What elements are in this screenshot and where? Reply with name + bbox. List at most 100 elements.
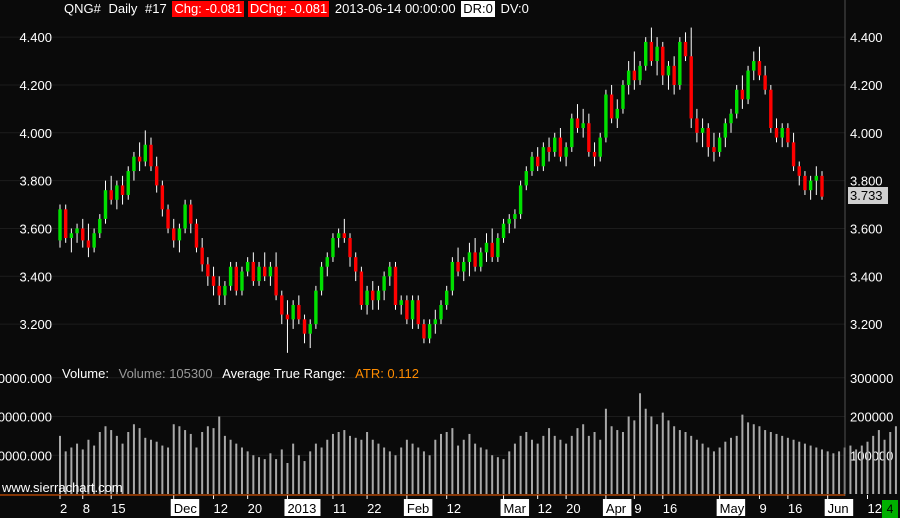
- candle-down: [695, 118, 699, 133]
- price-tick-left: 3.400: [19, 269, 52, 284]
- daily-change-badge: DChg: -0.081: [247, 1, 330, 17]
- candle-down: [416, 300, 420, 325]
- price-tick-left: 4.000: [19, 126, 52, 141]
- candle-down: [120, 185, 125, 195]
- candle-up: [734, 89, 739, 114]
- candle-up: [655, 46, 659, 62]
- candle-up: [439, 304, 443, 320]
- candle-up: [729, 113, 733, 124]
- candle-up: [484, 242, 489, 253]
- volume-legend: Volume: Volume: 105300 Average True Rang…: [62, 366, 419, 381]
- volume-value: Volume: 105300: [118, 366, 213, 381]
- candle-up: [257, 266, 261, 282]
- candle-up: [479, 252, 483, 267]
- candle-up: [115, 185, 119, 200]
- time-tick-label: 2013: [287, 501, 316, 516]
- volume-tick-left: 3000000.000: [0, 371, 52, 386]
- candle-down: [672, 65, 676, 85]
- candle-down: [558, 137, 563, 157]
- watermark: www.sierrachart.com: [2, 480, 123, 495]
- candle-up: [615, 108, 619, 119]
- candle-down: [740, 89, 745, 100]
- bar-count-label: #17: [145, 1, 167, 16]
- candle-up: [638, 65, 642, 81]
- price-tick-right: 4.000: [850, 126, 883, 141]
- atr-value: ATR: 0.112: [355, 366, 419, 381]
- candle-down: [342, 233, 347, 239]
- time-tick-label: 2: [60, 501, 67, 516]
- candle-up: [308, 324, 312, 334]
- price-tick-right: 4.400: [850, 30, 883, 45]
- candle-down: [712, 147, 716, 152]
- volume-axis-right: 300000200000100000: [850, 371, 893, 464]
- candle-up: [570, 118, 574, 148]
- candle-up: [752, 61, 756, 71]
- price-tick-right: 4.200: [850, 78, 883, 93]
- candle-down: [632, 70, 637, 81]
- candle-up: [450, 261, 455, 291]
- chart-canvas: 4.400 4.200 4.000 3.800 3.600 3.400 3.200 4.40…: [0, 0, 897, 516]
- candle-up: [513, 214, 517, 219]
- candle-down: [774, 128, 779, 138]
- dr-badge: DR:0: [461, 1, 495, 17]
- candle-up: [240, 271, 244, 291]
- chart-header: QNG# Daily #17 Chg: -0.081 DChg: -0.081 …: [62, 1, 531, 17]
- candle-down: [575, 118, 580, 129]
- time-tick-label: 22: [367, 501, 381, 516]
- candle-up: [507, 218, 511, 224]
- candle-up: [92, 233, 96, 248]
- candle-down: [206, 264, 210, 277]
- volume-series: [59, 393, 897, 494]
- candle-up: [621, 84, 625, 109]
- candle-up: [399, 300, 403, 305]
- symbol-label: QNG#: [64, 1, 101, 16]
- time-tick-label: 9: [634, 501, 641, 516]
- volume-tick-left: 2000000.000: [0, 410, 52, 425]
- change-badge: Chg: -0.081: [172, 1, 245, 17]
- time-tick-label: 12: [214, 501, 228, 516]
- candle-up: [69, 233, 74, 239]
- candle-down: [263, 266, 267, 277]
- candle-up: [746, 70, 750, 100]
- time-tick-label: 16: [788, 501, 802, 516]
- candle-up: [626, 70, 631, 85]
- candle-up: [644, 41, 648, 66]
- time-tick-label: 12: [538, 501, 552, 516]
- candle-up: [433, 319, 438, 325]
- time-axis: 2 8 15 Dec 12 20 2013 11 22 Feb 12 Mar 12 20 Apr 9 16 May…: [59, 495, 882, 516]
- time-tick-label: May: [720, 501, 745, 516]
- candle-down: [473, 252, 477, 267]
- time-tick-label: 12: [867, 501, 881, 516]
- candle-down: [302, 319, 307, 334]
- candle-down: [297, 304, 301, 320]
- candle-down: [160, 185, 165, 210]
- candle-up: [496, 238, 500, 258]
- candle-down: [348, 238, 352, 258]
- candle-up: [132, 156, 136, 172]
- time-tick-label: 9: [759, 501, 766, 516]
- candle-down: [683, 41, 688, 57]
- candle-down: [422, 324, 426, 339]
- candle-up: [291, 304, 295, 320]
- candle-up: [666, 65, 671, 76]
- candle-down: [200, 247, 204, 265]
- last-price-label: 3.733: [848, 187, 888, 204]
- candlestick-series: [58, 27, 824, 353]
- candle-down: [649, 41, 654, 62]
- candle-down: [109, 190, 113, 200]
- candle-up: [268, 266, 273, 277]
- corner-badge[interactable]: 4: [882, 500, 898, 518]
- candle-up: [223, 285, 227, 296]
- candle-up: [530, 156, 534, 172]
- candle-down: [689, 56, 693, 119]
- candle-down: [490, 242, 494, 258]
- candle-up: [126, 171, 130, 195]
- candle-down: [797, 166, 801, 176]
- candle-down: [251, 261, 256, 282]
- candle-up: [541, 147, 546, 167]
- candle-down: [547, 147, 551, 152]
- price-tick-left: 3.800: [19, 174, 52, 189]
- candle-up: [427, 324, 432, 339]
- time-tick-label: Mar: [504, 501, 527, 516]
- price-tick-left: 4.200: [19, 78, 52, 93]
